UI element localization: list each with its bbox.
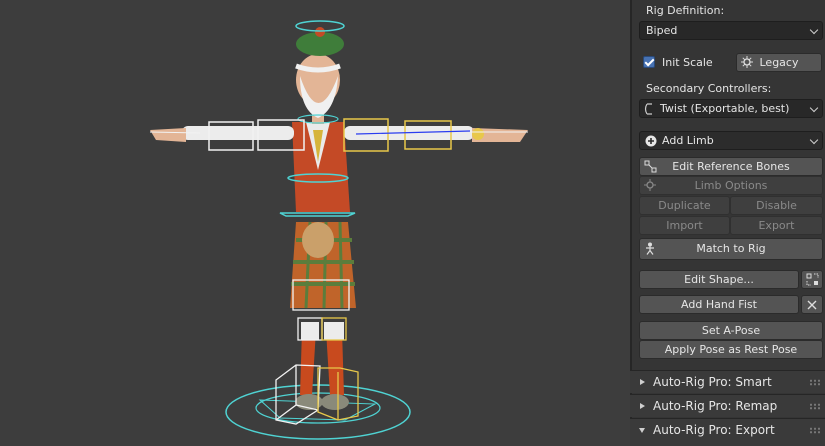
export-button[interactable]: Export — [730, 216, 823, 235]
3d-viewport[interactable] — [0, 0, 630, 446]
add-limb-label: Add Limb — [662, 134, 714, 147]
limb-options-button[interactable]: Limb Options — [639, 176, 823, 195]
disable-button[interactable]: Disable — [730, 196, 823, 215]
edit-reference-bones-label: Edit Reference Bones — [672, 160, 790, 173]
secondary-controllers-label: Secondary Controllers: — [646, 82, 772, 95]
import-button[interactable]: Import — [639, 216, 730, 235]
subpanel-export[interactable]: Auto-Rig Pro: Export — [630, 418, 825, 446]
import-label: Import — [666, 219, 703, 232]
rig-definition-label: Rig Definition: — [646, 4, 725, 17]
export-label: Export — [758, 219, 795, 232]
match-to-rig-label: Match to Rig — [696, 242, 766, 255]
subpanel-title: Auto-Rig Pro: Remap — [653, 399, 778, 413]
legacy-button-label: Legacy — [759, 56, 799, 69]
expand-arrow-icon — [640, 403, 645, 409]
limb-options-label: Limb Options — [694, 179, 768, 192]
close-icon — [807, 300, 817, 310]
auto-rig-pro-panel: Rig Definition: Biped Init Scale Legacy … — [630, 0, 825, 446]
drag-handle-icon[interactable] — [809, 427, 821, 434]
add-hand-fist-button[interactable]: Add Hand Fist — [639, 295, 799, 314]
armature-icon — [646, 242, 654, 255]
secondary-controllers-value: Twist (Exportable, best) — [660, 102, 790, 115]
disable-label: Disable — [756, 199, 797, 212]
remove-hand-fist-button[interactable] — [801, 295, 823, 314]
drag-handle-icon[interactable] — [809, 379, 821, 386]
init-scale-checkbox[interactable] — [643, 56, 655, 68]
chevron-down-icon — [809, 135, 819, 145]
init-scale-label: Init Scale — [662, 56, 713, 69]
chevron-down-icon — [809, 25, 819, 35]
twist-icon — [644, 103, 652, 115]
sporran — [302, 222, 334, 258]
apply-pose-label: Apply Pose as Rest Pose — [664, 343, 798, 356]
edit-shape-button[interactable]: Edit Shape... — [639, 270, 799, 289]
select-box-icon — [806, 273, 819, 286]
duplicate-label: Duplicate — [658, 199, 711, 212]
secondary-controllers-dropdown[interactable]: Twist (Exportable, best) — [639, 99, 823, 118]
subpanel-title: Auto-Rig Pro: Smart — [653, 375, 772, 389]
chevron-down-icon — [809, 103, 819, 113]
set-a-pose-button[interactable]: Set A-Pose — [639, 321, 823, 340]
rig-definition-dropdown[interactable]: Biped — [639, 21, 823, 40]
apply-pose-as-rest-pose-button[interactable]: Apply Pose as Rest Pose — [639, 340, 823, 359]
add-hand-fist-label: Add Hand Fist — [681, 298, 757, 311]
add-circle-icon — [645, 135, 657, 147]
expand-arrow-icon — [640, 379, 645, 385]
legacy-button[interactable]: Legacy — [736, 53, 822, 72]
edit-reference-bones-button[interactable]: Edit Reference Bones — [639, 157, 823, 176]
edit-shape-select-button[interactable] — [801, 270, 823, 289]
edit-shape-label: Edit Shape... — [684, 273, 754, 286]
gear-icon — [644, 179, 656, 191]
duplicate-button[interactable]: Duplicate — [639, 196, 730, 215]
gear-sparkle-icon — [741, 56, 753, 68]
collapse-arrow-icon — [639, 428, 645, 433]
rig-definition-value: Biped — [646, 24, 678, 37]
drag-handle-icon[interactable] — [809, 403, 821, 410]
subpanel-smart[interactable]: Auto-Rig Pro: Smart — [630, 370, 825, 393]
subpanel-remap[interactable]: Auto-Rig Pro: Remap — [630, 394, 825, 417]
set-a-pose-label: Set A-Pose — [701, 324, 761, 337]
match-to-rig-button[interactable]: Match to Rig — [639, 238, 823, 260]
subpanel-title: Auto-Rig Pro: Export — [653, 423, 775, 437]
add-limb-dropdown[interactable]: Add Limb — [639, 131, 823, 150]
character-rig-scene — [149, 20, 528, 440]
bone-select-icon — [644, 160, 657, 173]
